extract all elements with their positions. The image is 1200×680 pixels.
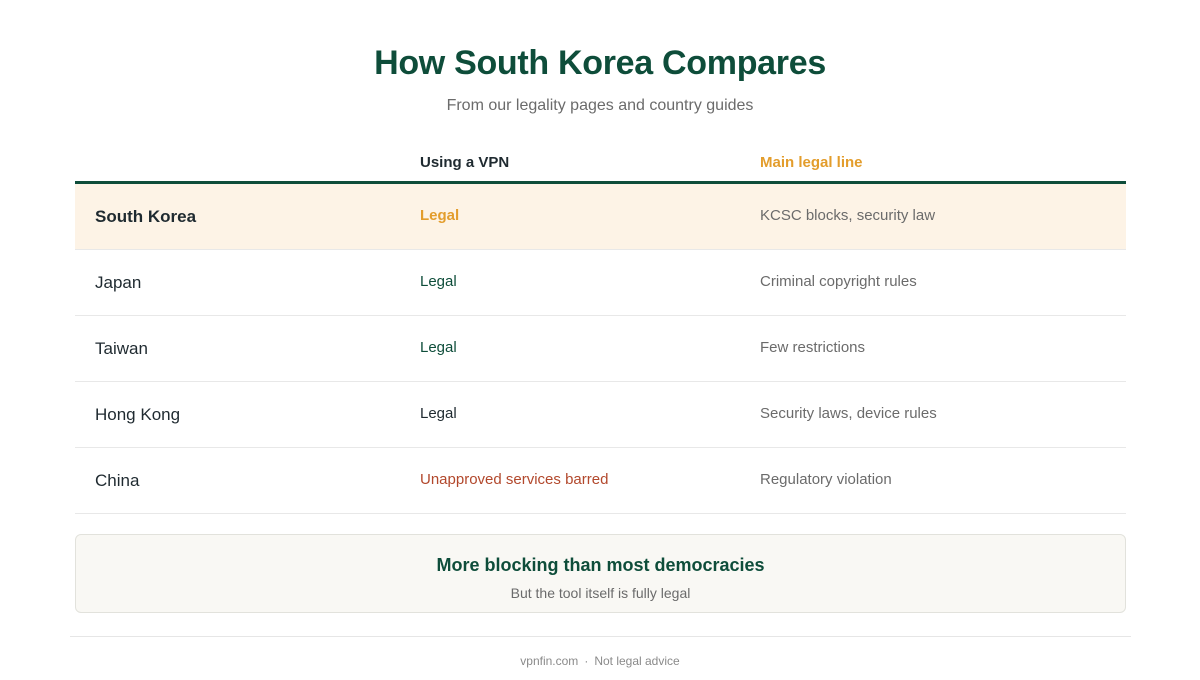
page-subtitle: From our legality pages and country guid… <box>446 97 754 114</box>
vpn-status-cell: Legal <box>420 273 457 290</box>
callout-subline: But the tool itself is fully legal <box>510 585 691 601</box>
table-row-japan: Japan Legal Criminal copyright rules <box>75 250 1126 316</box>
page-title: How South Korea Compares <box>374 44 826 82</box>
legal-line-cell: Few restrictions <box>760 339 866 356</box>
footer-site-link[interactable]: vpnfin.com <box>520 654 578 668</box>
comparison-table: Using a VPN Main legal line South Korea … <box>75 145 1126 514</box>
table-header: Using a VPN Main legal line <box>75 145 1126 184</box>
legal-line-cell: Security laws, device rules <box>760 405 937 422</box>
country-cell: Japan <box>95 273 142 292</box>
legal-line-cell: Regulatory violation <box>760 471 892 488</box>
vpn-status-cell: Unapproved services barred <box>420 471 609 488</box>
table-row-south-korea: South Korea Legal KCSC blocks, security … <box>75 184 1126 250</box>
footer: vpnfin.com · Not legal advice <box>0 654 1200 668</box>
header-using-vpn: Using a VPN <box>420 154 510 171</box>
summary-callout: More blocking than most democracies But … <box>75 534 1126 613</box>
table-row-taiwan: Taiwan Legal Few restrictions <box>75 316 1126 382</box>
vpn-status-cell: Legal <box>420 339 457 356</box>
table-row-hong-kong: Hong Kong Legal Security laws, device ru… <box>75 382 1126 448</box>
vpn-status-cell: Legal <box>420 207 460 224</box>
footer-divider <box>70 636 1131 637</box>
footer-separator: · <box>584 654 589 668</box>
table-row-china: China Unapproved services barred Regulat… <box>75 448 1126 514</box>
vpn-status-cell: Legal <box>420 405 457 422</box>
header-main-legal-line: Main legal line <box>760 154 863 171</box>
country-cell: Taiwan <box>95 339 148 358</box>
legal-line-cell: Criminal copyright rules <box>760 273 917 290</box>
legal-line-cell: KCSC blocks, security law <box>760 207 936 224</box>
country-cell: South Korea <box>95 207 197 226</box>
country-cell: Hong Kong <box>95 405 181 424</box>
footer-note: Not legal advice <box>594 654 680 668</box>
country-cell: China <box>95 471 140 490</box>
callout-headline: More blocking than most democracies <box>436 555 765 575</box>
